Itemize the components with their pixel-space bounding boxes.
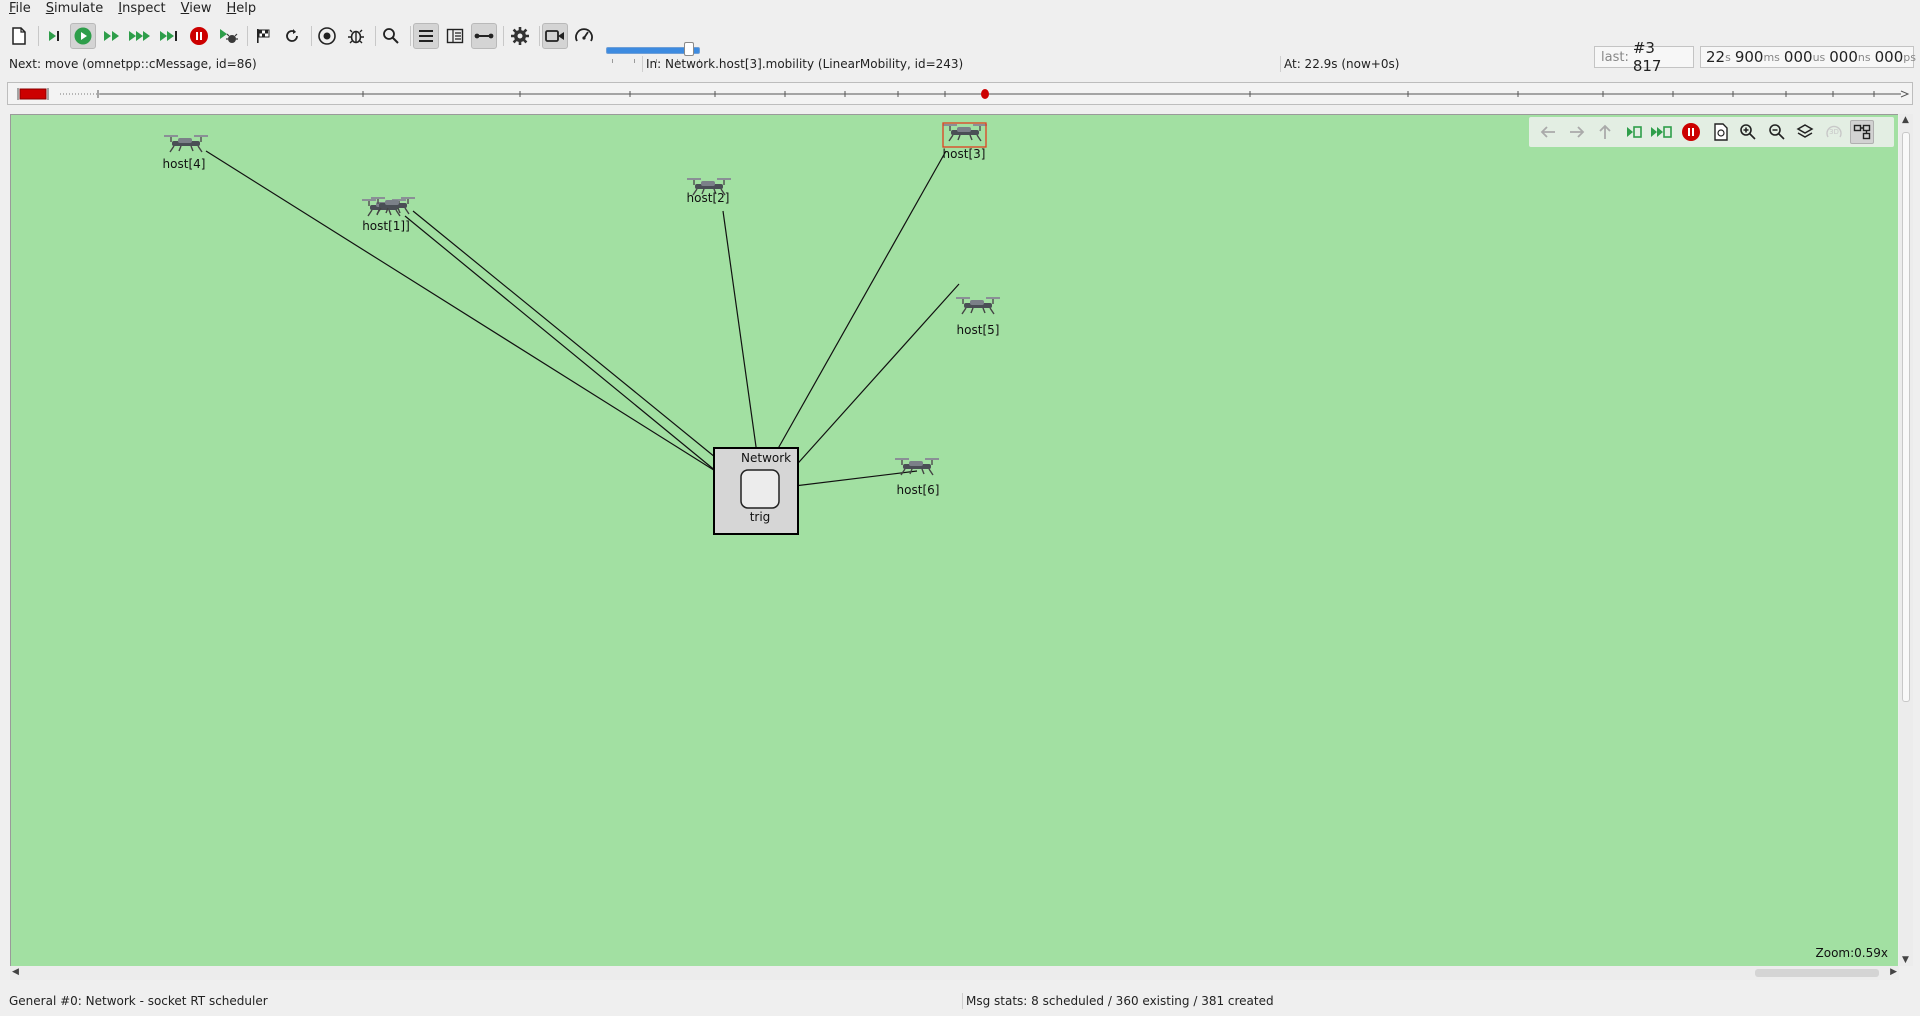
network-links <box>205 150 960 489</box>
zoom-in-icon[interactable] <box>1736 120 1760 144</box>
fast-run-local-icon[interactable] <box>1649 120 1673 144</box>
main-toolbar: last: #3 817 22 s 900 ms 000 us 000 ns 000 ps <box>0 19 1920 75</box>
scroll-right-icon[interactable]: ▶ <box>1890 967 1897 977</box>
timeline-toggle-icon[interactable] <box>413 23 439 49</box>
scroll-left-icon[interactable]: ◀ <box>12 967 19 977</box>
canvas-vertical-scrollbar[interactable]: ▲ ▼ <box>1899 114 1913 966</box>
network-module-label: Network <box>741 451 792 465</box>
canvas-horizontal-scrollbar[interactable]: ◀ ▶ <box>10 966 1899 980</box>
current-module-info: In: Network.host[3].mobility (LinearMobi… <box>643 56 1281 72</box>
network-canvas[interactable]: host[4] host[1]] host[2] host[3] host[5]… <box>10 114 1898 966</box>
sim-time-info: At: 22.9s (now+0s) <box>1284 57 1400 71</box>
network-graphic <box>163 122 1001 535</box>
zoom-out-icon[interactable] <box>1765 120 1789 144</box>
host1-icon <box>361 196 416 217</box>
link-icon[interactable] <box>471 23 497 49</box>
next-event-info: Next: move (omnetpp::cMessage, id=86) <box>6 56 643 72</box>
timeline-graphic <box>17 88 1910 100</box>
event-timeline[interactable] <box>7 82 1913 105</box>
link-host2-trig <box>722 210 759 462</box>
speed-slider-handle[interactable] <box>683 42 694 56</box>
svg-text:3D: 3D <box>1829 128 1839 136</box>
scroll-up-icon[interactable]: ▲ <box>1902 115 1909 125</box>
host4-icon <box>163 134 209 153</box>
find-icon[interactable] <box>378 23 404 49</box>
settings-icon[interactable] <box>507 23 533 49</box>
back-arrow-icon[interactable] <box>1536 120 1560 144</box>
stop-icon[interactable] <box>186 23 212 49</box>
menu-inspect[interactable]: Inspect <box>109 0 171 18</box>
parent-arrow-icon[interactable] <box>1593 120 1617 144</box>
host5-icon <box>955 296 1001 315</box>
timeline-current-event <box>981 89 989 99</box>
debug-next-icon[interactable] <box>215 23 241 49</box>
video-icon[interactable] <box>542 23 568 49</box>
speed-gauge-icon[interactable] <box>571 23 597 49</box>
forward-arrow-icon[interactable] <box>1565 120 1589 144</box>
scroll-down-icon[interactable]: ▼ <box>1902 955 1909 965</box>
debug-icon[interactable] <box>343 23 369 49</box>
run-icon[interactable] <box>70 23 96 49</box>
msg-stats-status: Msg stats: 8 scheduled / 360 existing / … <box>966 994 1274 1008</box>
info-bar: Next: move (omnetpp::cMessage, id=86) In… <box>6 56 1914 72</box>
stop-local-icon[interactable] <box>1679 120 1703 144</box>
layers-icon[interactable] <box>1793 120 1817 144</box>
run-until-icon[interactable] <box>157 23 183 49</box>
host5-label[interactable]: host[5] <box>957 323 1000 337</box>
config-status: General #0: Network - socket RT schedule… <box>6 993 963 1009</box>
express-run-icon[interactable] <box>127 23 153 49</box>
menu-help[interactable]: Help <box>217 0 262 18</box>
rebuild-icon[interactable] <box>279 23 305 49</box>
record-icon[interactable] <box>314 23 340 49</box>
link-host5-trig <box>790 283 960 472</box>
link-host4-trig <box>205 150 729 480</box>
finish-flag-icon[interactable] <box>250 23 276 49</box>
status-bar: General #0: Network - socket RT schedule… <box>6 993 1914 1009</box>
link-host1-trig-2 <box>412 210 738 476</box>
menu-bar: File Simulate Inspect View Help <box>0 0 1920 18</box>
host6-label[interactable]: host[6] <box>897 483 940 497</box>
host4-label[interactable]: host[4] <box>163 157 206 171</box>
menu-simulate[interactable]: Simulate <box>37 0 109 18</box>
host3-label[interactable]: host[3] <box>943 147 986 161</box>
fast-run-icon[interactable] <box>99 23 125 49</box>
menu-file[interactable]: File <box>0 0 37 18</box>
horizontal-scroll-thumb[interactable] <box>1755 969 1879 977</box>
vertical-scroll-thumb[interactable] <box>1902 132 1910 702</box>
split-view-icon[interactable] <box>442 23 468 49</box>
timeline-message-cluster <box>19 88 47 100</box>
relayout-icon[interactable] <box>1709 120 1733 144</box>
zoom-indicator: Zoom:0.59x <box>1815 946 1888 960</box>
new-file-icon[interactable] <box>6 23 32 49</box>
link-host3-trig <box>770 150 947 462</box>
canvas-mode-icon[interactable] <box>1850 120 1874 144</box>
trig-module-shape <box>740 469 780 509</box>
link-host1-trig <box>404 215 729 482</box>
host3-icon <box>942 122 988 148</box>
inspector-toolbar: 3D <box>1529 117 1894 147</box>
host2-label[interactable]: host[2] <box>687 191 730 205</box>
trig-label[interactable]: trig <box>750 510 771 524</box>
host1-label[interactable]: host[1]] <box>362 219 410 233</box>
step-icon[interactable] <box>41 23 67 49</box>
menu-view[interactable]: View <box>172 0 218 18</box>
3d-view-icon[interactable]: 3D <box>1822 120 1846 144</box>
run-local-icon[interactable] <box>1622 120 1646 144</box>
